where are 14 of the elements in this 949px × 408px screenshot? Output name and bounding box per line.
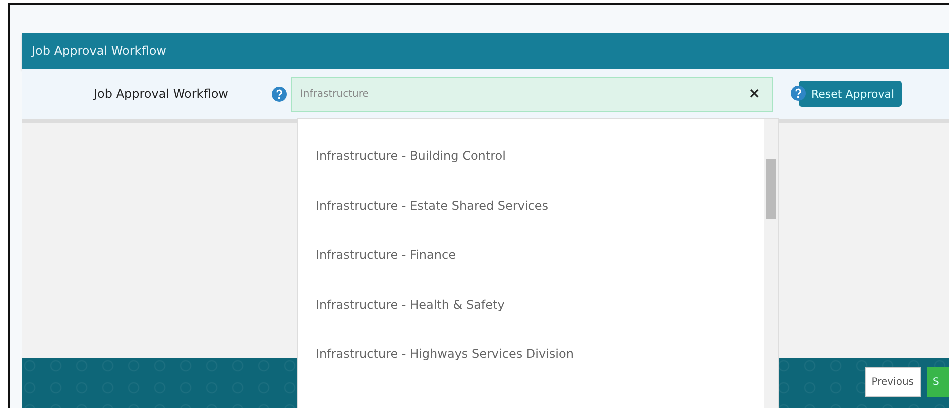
help-icon [272, 86, 288, 102]
previous-button[interactable]: Previous [864, 367, 921, 397]
help-icon [791, 86, 806, 101]
dropdown-option[interactable]: Infrastructure - Health & Safety [316, 298, 505, 312]
clear-icon[interactable]: × [748, 86, 760, 102]
dropdown-option[interactable]: Infrastructure - Highways Services Division [316, 347, 574, 361]
scrollbar[interactable] [764, 119, 778, 408]
reset-approval-button[interactable]: Reset Approval [799, 81, 902, 107]
dropdown-option[interactable]: Infrastructure - Finance [316, 248, 456, 262]
workflow-select[interactable]: Infrastructure × [291, 76, 774, 112]
dropdown-option[interactable]: Infrastructure - Building Control [316, 149, 506, 163]
dropdown-option[interactable]: Infrastructure - Estate Shared Services [316, 198, 549, 212]
section-title: Job Approval Workflow [32, 44, 166, 58]
field-label: Job Approval Workflow [94, 87, 228, 101]
